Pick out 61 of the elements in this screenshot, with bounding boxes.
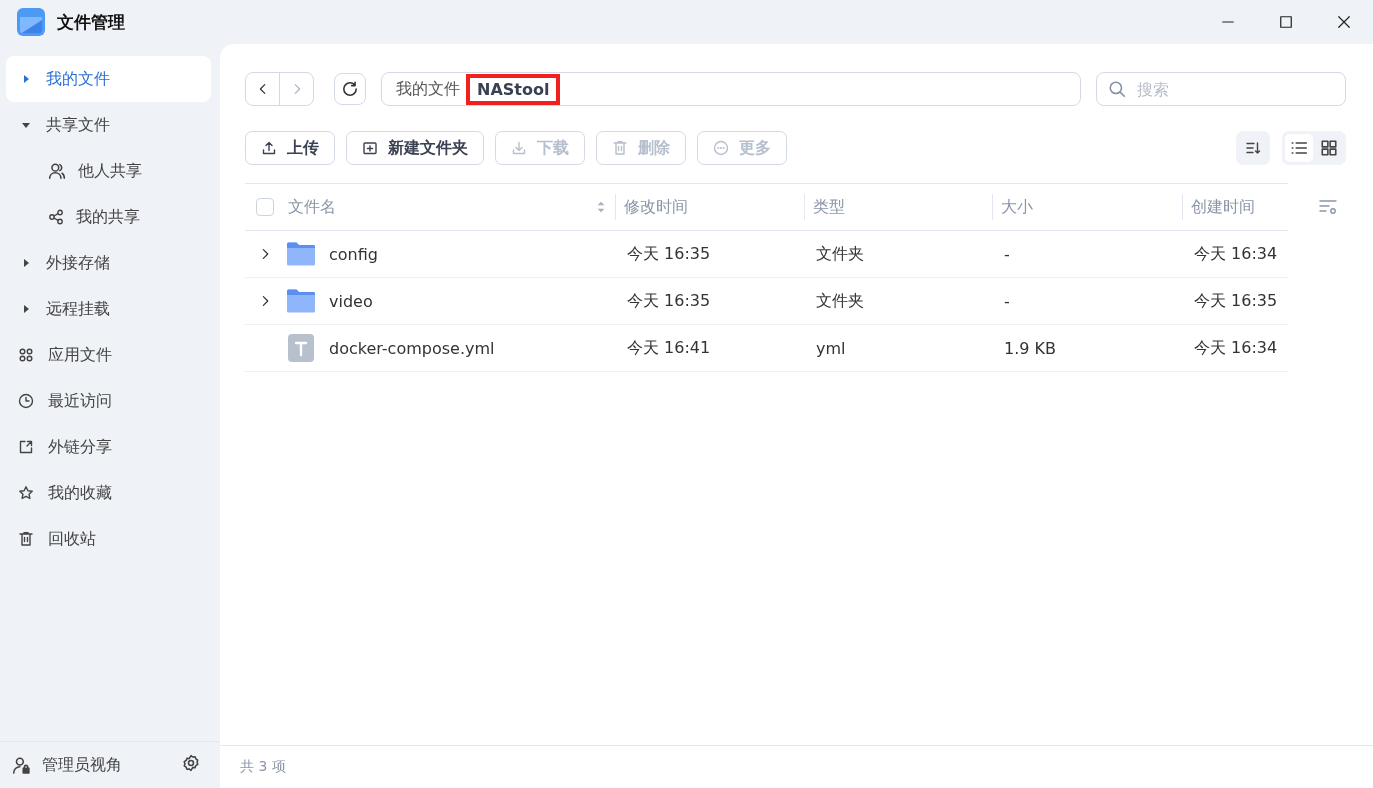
search-field[interactable]: 搜索 — [1096, 72, 1346, 106]
sidebar-item[interactable]: 他人共享 — [6, 148, 211, 194]
list-icon — [1290, 139, 1308, 157]
settings-icon[interactable] — [182, 754, 200, 772]
table-cell-text: 今天 16:35 — [626, 290, 711, 310]
sidebar-item[interactable]: 我的收藏 — [6, 470, 211, 516]
close-icon[interactable] — [1337, 15, 1351, 29]
maximize-icon[interactable] — [1279, 15, 1293, 29]
trash-icon — [612, 140, 628, 156]
table-cell-text: yml — [815, 338, 846, 358]
sort-arrows-icon — [595, 200, 607, 213]
table-cell-text: - — [1003, 291, 1010, 311]
table-cell-text: 今天 16:34 — [1193, 243, 1278, 263]
user-lock-icon — [12, 756, 30, 774]
search-icon — [1108, 80, 1126, 98]
folder-plus-icon — [362, 140, 378, 156]
sidebar-item[interactable]: 回收站 — [6, 516, 211, 562]
users-icon — [48, 162, 66, 180]
grid-icon — [18, 347, 34, 363]
text-file-icon — [285, 332, 317, 364]
admin-view-label: 管理员视角 — [42, 754, 122, 776]
table-cell-text: 文件夹 — [815, 243, 864, 263]
toolbar-button[interactable]: 新建文件夹 — [346, 131, 484, 165]
star-icon — [18, 485, 34, 501]
sort-icon — [1245, 140, 1261, 156]
clock-icon — [18, 393, 34, 409]
select-all-checkbox[interactable] — [256, 198, 274, 216]
view-mode-button[interactable] — [1285, 134, 1313, 162]
file-name[interactable]: video — [329, 291, 373, 311]
sidebar-item[interactable]: 应用文件 — [6, 332, 211, 378]
toolbar-button[interactable]: 上传 — [245, 131, 335, 165]
window-title: 文件管理 — [57, 10, 125, 34]
table-cell-text: 今天 16:34 — [1193, 337, 1278, 357]
table-cell-text: 今天 16:35 — [626, 243, 711, 263]
sidebar-item[interactable]: 我的文件 — [6, 56, 211, 102]
upload-icon — [261, 140, 277, 156]
refresh-icon[interactable] — [341, 80, 359, 98]
folder-logo-icon — [17, 8, 45, 36]
table-cell-text: 今天 16:35 — [1193, 290, 1278, 310]
download-icon — [511, 140, 527, 156]
share-icon — [48, 209, 64, 225]
table-cell-text: 1.9 KB — [1003, 338, 1056, 358]
item-count: 共 3 项 — [240, 758, 286, 776]
sidebar-item[interactable]: 外接存储 — [6, 240, 211, 286]
breadcrumb-item[interactable]: 我的文件 — [396, 78, 460, 100]
sort-button[interactable] — [1236, 131, 1270, 165]
trash-icon — [18, 531, 34, 547]
sidebar-item[interactable]: 最近访问 — [6, 378, 211, 424]
share-out-icon — [18, 439, 34, 455]
sidebar-item[interactable]: 共享文件 — [6, 102, 211, 148]
sidebar-item[interactable]: 我的共享 — [6, 194, 211, 240]
more-circle-icon — [713, 140, 729, 156]
file-name[interactable]: config — [329, 244, 378, 264]
grid-icon — [1320, 139, 1338, 157]
breadcrumb-item[interactable]: NAStool — [466, 73, 561, 105]
table-cell-text: 今天 16:41 — [626, 337, 711, 357]
sidebar-item[interactable]: 远程挂载 — [6, 286, 211, 332]
table-cell-text: - — [1003, 244, 1010, 264]
sidebar-item[interactable]: 外链分享 — [6, 424, 211, 470]
file-name[interactable]: docker-compose.yml — [329, 338, 495, 358]
table-cell-text: 文件夹 — [815, 290, 864, 310]
